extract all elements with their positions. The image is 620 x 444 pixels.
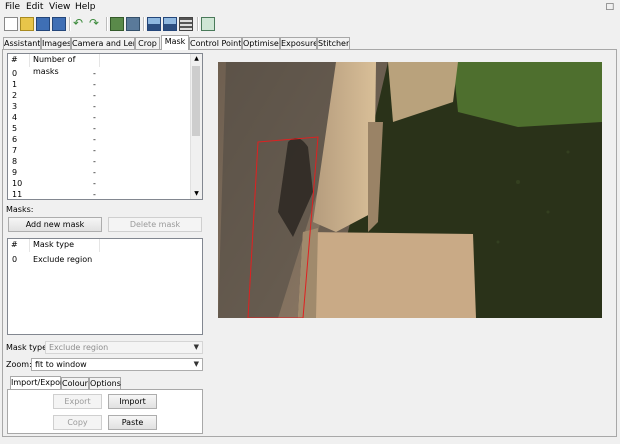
images-row-masks[interactable]: - <box>93 167 96 178</box>
images-row-masks[interactable]: - <box>93 90 96 101</box>
tab-camera-and-lens[interactable]: Camera and Lens <box>71 37 135 49</box>
images-row-index[interactable]: 3 <box>12 101 17 112</box>
images-row-masks[interactable]: - <box>93 79 96 90</box>
images-row-index[interactable]: 2 <box>12 90 17 101</box>
images-row-index[interactable]: 8 <box>12 156 17 167</box>
import-button[interactable]: Import <box>108 394 157 409</box>
images-row-index[interactable]: 9 <box>12 167 17 178</box>
images-row-index[interactable]: 5 <box>12 123 17 134</box>
mask-list[interactable]: # Mask type 0 Exclude region <box>7 238 203 335</box>
scroll-thumb[interactable] <box>192 66 200 136</box>
toolbar: ↶ ↷ <box>0 14 620 34</box>
new-project-icon[interactable] <box>4 17 18 31</box>
tab-crop[interactable]: Crop <box>135 37 160 49</box>
images-row-masks[interactable]: - <box>93 101 96 112</box>
copy-button[interactable]: Copy <box>53 415 102 430</box>
images-row-index[interactable]: 10 <box>12 178 22 189</box>
panorama-image[interactable] <box>218 62 602 318</box>
mask-type-value: Exclude region <box>49 343 109 352</box>
control-points-icon[interactable] <box>126 17 140 31</box>
images-row-index[interactable]: 0 <box>12 68 17 79</box>
scroll-down-icon[interactable]: ▼ <box>191 189 202 199</box>
tab-optimiser[interactable]: Optimiser <box>242 37 280 49</box>
tab-mask[interactable]: Mask <box>161 35 189 50</box>
images-row-masks[interactable]: - <box>93 134 96 145</box>
images-row-masks[interactable]: - <box>93 156 96 167</box>
mask-row-type[interactable]: Exclude region <box>33 254 92 265</box>
images-row-index[interactable]: 11 <box>12 189 22 199</box>
menu-help[interactable]: Help <box>75 2 96 12</box>
images-row-masks[interactable]: - <box>93 68 96 79</box>
masks-label: Masks: <box>6 205 34 214</box>
mask-type-select[interactable]: Exclude region ▼ <box>45 341 203 354</box>
subtab-colour[interactable]: Colour <box>61 377 89 389</box>
scroll-up-icon[interactable]: ▲ <box>191 54 202 64</box>
stitch-icon[interactable] <box>179 17 193 31</box>
add-images-icon[interactable] <box>110 17 124 31</box>
menu-edit[interactable]: Edit <box>26 2 43 12</box>
mask-row-index[interactable]: 0 <box>12 254 17 265</box>
zoom-label: Zoom: <box>6 360 32 369</box>
images-row-masks[interactable]: - <box>93 123 96 134</box>
images-row-masks[interactable]: - <box>93 145 96 156</box>
save-as-icon[interactable] <box>52 17 66 31</box>
open-icon[interactable] <box>20 17 34 31</box>
mask-subtabs: Import/Export Colour Options <box>10 376 200 390</box>
subtab-import-export[interactable]: Import/Export <box>10 376 66 390</box>
mask-col-index[interactable]: # <box>8 239 30 252</box>
images-row-masks[interactable]: - <box>93 178 96 189</box>
images-list-scrollbar[interactable]: ▲ ▼ <box>190 54 202 199</box>
delete-mask-button[interactable]: Delete mask <box>108 217 202 232</box>
mask-type-label: Mask type: <box>6 343 50 352</box>
images-col-index[interactable]: # <box>8 54 30 67</box>
chevron-down-icon: ▼ <box>193 343 199 351</box>
subtab-options[interactable]: Options <box>89 377 121 389</box>
save-icon[interactable] <box>36 17 50 31</box>
preview-icon[interactable] <box>201 17 215 31</box>
main-tabs: Assistant Images Camera and Lens Crop Ma… <box>0 35 620 50</box>
menu-view[interactable]: View <box>49 2 70 12</box>
zoom-select[interactable]: fit to window ▼ <box>31 358 203 371</box>
images-row-masks[interactable]: - <box>93 112 96 123</box>
paste-button[interactable]: Paste <box>108 415 157 430</box>
window-restore-icon[interactable]: □ <box>605 2 614 12</box>
menu-file[interactable]: File <box>5 2 20 12</box>
import-export-panel <box>7 389 203 434</box>
tab-control-points[interactable]: Control Points <box>189 37 242 49</box>
redo-icon[interactable]: ↷ <box>89 17 103 31</box>
align-icon[interactable] <box>147 17 161 31</box>
tab-stitcher[interactable]: Stitcher <box>317 37 350 49</box>
images-row-index[interactable]: 4 <box>12 112 17 123</box>
add-new-mask-button[interactable]: Add new mask <box>8 217 102 232</box>
tab-assistant[interactable]: Assistant <box>3 37 41 49</box>
mask-col-type[interactable]: Mask type <box>30 239 100 252</box>
images-row-masks[interactable]: - <box>93 189 96 199</box>
crop-icon[interactable] <box>163 17 177 31</box>
tab-images[interactable]: Images <box>41 37 71 49</box>
tab-exposure[interactable]: Exposure <box>280 37 317 49</box>
images-col-masks[interactable]: Number of masks <box>30 54 100 76</box>
mask-editor-canvas[interactable] <box>208 53 614 433</box>
images-row-index[interactable]: 6 <box>12 134 17 145</box>
images-row-index[interactable]: 1 <box>12 79 17 90</box>
images-list[interactable]: # Number of masks 0 - 1 - 2 - 3 - 4 - 5 - 6 - 7 - 8 - 9 - 10… <box>7 53 203 200</box>
chevron-down-icon: ▼ <box>193 360 199 368</box>
export-button[interactable]: Export <box>53 394 102 409</box>
undo-icon[interactable]: ↶ <box>73 17 87 31</box>
menubar: File Edit View Help <box>0 0 620 14</box>
images-row-index[interactable]: 7 <box>12 145 17 156</box>
zoom-value: fit to window <box>35 360 87 369</box>
